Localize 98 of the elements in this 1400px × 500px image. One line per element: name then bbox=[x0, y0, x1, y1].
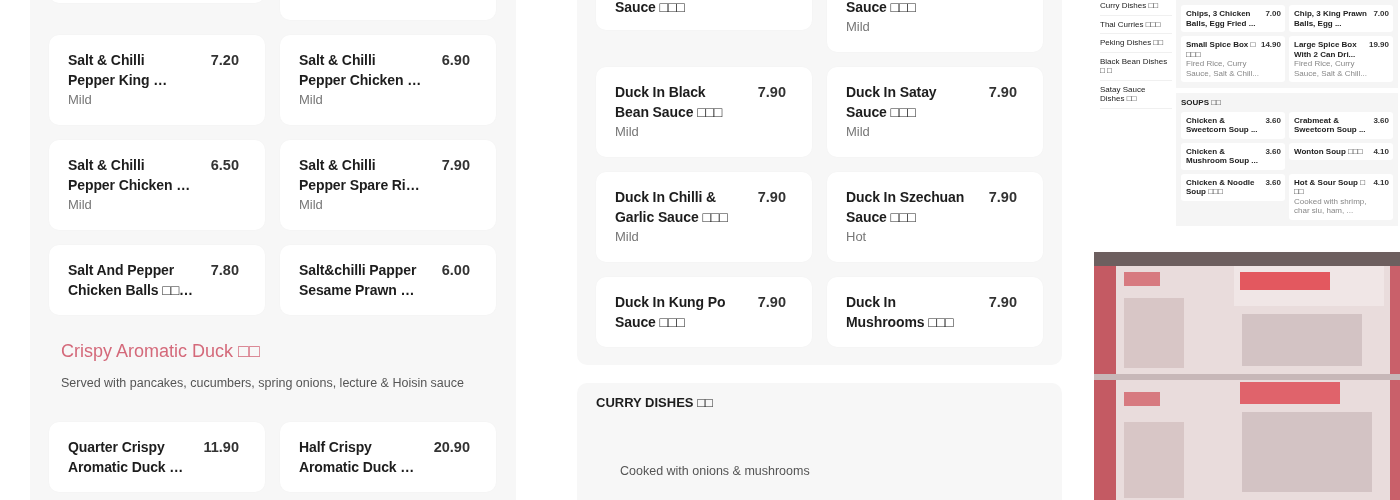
price: 7.90 bbox=[988, 188, 1018, 207]
sidebar-item[interactable]: Satay Sauce Dishes □□ bbox=[1100, 80, 1172, 109]
menu-item-card[interactable]: Chips, 3 Chicken Balls, Egg Fried ... 7.00 bbox=[1181, 5, 1285, 32]
price: 6.90 bbox=[441, 51, 471, 70]
dish-name: Salt & Chilli Pepper Chicken … bbox=[68, 156, 192, 195]
menu-item-card[interactable]: Salt&chilli Papper Sesame Prawn … 6.00 bbox=[280, 245, 496, 315]
dish-description: Cooked with shrimp, char siu, ham, ... bbox=[1294, 196, 1368, 216]
dish-name: Duck In Kung Po Sauce □□□ bbox=[615, 293, 727, 332]
price: 7.90 bbox=[988, 293, 1018, 312]
price: 7.90 bbox=[757, 188, 787, 207]
sidebar-item[interactable]: Black Bean Dishes □ □ bbox=[1100, 52, 1172, 81]
dish-name: Duck In Szechuan Sauce □□□ bbox=[846, 188, 966, 227]
spice-level: Mild bbox=[68, 91, 93, 109]
dish-description: Fired Rice, Curry Sauce, Salt & Chill... bbox=[1186, 59, 1260, 78]
price: 19.90 bbox=[1368, 40, 1389, 51]
menu-item-card[interactable]: Salt And Pepper Chicken Balls □□… 7.80 bbox=[49, 245, 265, 315]
menu-item-card[interactable]: Chicken & Mushroom Soup ... 3.60 bbox=[1181, 142, 1285, 170]
dish-name: Large Spice Box With 2 Can Dri... bbox=[1294, 40, 1358, 59]
menu-item-card[interactable]: Quarter Crispy Aromatic Duck … 11.90 bbox=[49, 422, 265, 492]
dish-name: Chip, 3 King Prawn Balls, Egg ... bbox=[1294, 9, 1368, 28]
menu-item-card[interactable]: Duck In Mushrooms □□□ 7.90 bbox=[827, 277, 1043, 347]
dish-name: Chicken & Sweetcorn Soup ... bbox=[1186, 115, 1259, 135]
price: 20.90 bbox=[433, 438, 471, 457]
menu-item-card[interactable]: Duck In Szechuan Sauce □□□ 7.90 Hot bbox=[827, 172, 1043, 262]
price: 3.60 bbox=[1265, 146, 1281, 158]
dish-name: Chicken & Mushroom Soup ... bbox=[1186, 146, 1259, 166]
menu-item-card[interactable]: Chicken & Noodle Soup □□□ 3.60 bbox=[1181, 173, 1285, 201]
dish-name: Duck In Chilli & Garlic Sauce □□□ bbox=[615, 188, 729, 227]
price: 11.90 bbox=[203, 438, 240, 457]
price: 6.50 bbox=[210, 156, 240, 175]
price: 14.90 bbox=[1260, 40, 1281, 51]
spice-level: Mild bbox=[68, 196, 93, 214]
menu-item-card[interactable]: Half Crispy Aromatic Duck … 20.90 bbox=[280, 422, 496, 492]
section-description: Served with pancakes, cucumbers, spring onions, lecture & Hoisin sauce bbox=[61, 375, 465, 391]
dish-name: Chicken & Noodle Soup □□□ bbox=[1186, 177, 1256, 197]
dish-name: Small Spice Box □ □□□ bbox=[1186, 40, 1257, 59]
price: 6.00 bbox=[441, 261, 471, 280]
menu-item-card[interactable]: Small Spice Box □ □□□ 14.90 Fired Rice, Curry Sauce, Salt & Chill... bbox=[1181, 36, 1285, 82]
section-title: Crispy Aromatic Duck □□ bbox=[61, 340, 261, 362]
price: 7.80 bbox=[210, 261, 240, 280]
dish-name: Salt And Pepper Chicken Balls □□… bbox=[68, 261, 194, 300]
menu-item-card[interactable]: Duck In Kung Po Sauce □□□ 7.90 bbox=[596, 277, 812, 347]
menu-item-card[interactable]: Salt & Chilli Pepper Spare Ri… 7.90 Mild bbox=[280, 140, 496, 230]
menu-item-card[interactable]: Salt & Chilli Pepper Chicken … 6.50 Mild bbox=[49, 140, 265, 230]
spice-level: Mild bbox=[846, 18, 871, 36]
menu-item-card[interactable]: Hot & Sour Soup □ □□ 4.10 Cooked with shrimp, char siu, ham, ... bbox=[1289, 173, 1393, 220]
spice-level: Mild bbox=[299, 91, 324, 109]
dish-name: Sauce □□□ bbox=[615, 0, 686, 17]
price: 3.60 bbox=[1265, 115, 1281, 127]
price: 7.20 bbox=[210, 51, 240, 70]
dish-name: Duck In Mushrooms □□□ bbox=[846, 293, 955, 332]
dish-name: Duck In Black Bean Sauce □□□ bbox=[615, 83, 724, 122]
section-description: Cooked with onions & mushrooms bbox=[620, 463, 811, 479]
dish-name: Salt & Chilli Pepper Spare Ri… bbox=[299, 156, 421, 195]
dish-name: Salt & Chilli Pepper King … bbox=[68, 51, 169, 90]
dish-name: Sauce □□□ bbox=[846, 0, 917, 17]
spice-level: Hot bbox=[846, 228, 868, 246]
price: 7.90 bbox=[441, 156, 471, 175]
price: 3.60 bbox=[1373, 115, 1389, 127]
spice-level: Mild bbox=[615, 228, 640, 246]
dish-name: Hot & Sour Soup □ □□ bbox=[1294, 177, 1367, 197]
section-title: CURRY DISHES □□ bbox=[596, 395, 714, 411]
spice-level: Mild bbox=[299, 196, 324, 214]
menu-item-card[interactable]: Salt & Chilli Pepper Chicken … 6.90 Mild bbox=[280, 35, 496, 125]
spice-level: Mild bbox=[846, 123, 871, 141]
sidebar-item[interactable]: Thai Curries □□□ bbox=[1100, 15, 1172, 34]
menu-item-card[interactable]: Sauce □□□ Mild bbox=[827, 0, 1043, 52]
dish-name: Chips, 3 Chicken Balls, Egg Fried ... bbox=[1186, 9, 1257, 28]
menu-item-card[interactable]: Chip, 3 King Prawn Balls, Egg ... 7.00 bbox=[1289, 5, 1393, 32]
menu-item-card[interactable]: Large Spice Box With 2 Can Dri... 19.90 Fired Rice, Curry Sauce, Salt & Chill... bbox=[1289, 36, 1393, 82]
dish-name: Duck In Satay Sauce □□□ bbox=[846, 83, 938, 122]
dish-name: Wonton Soup □□□ bbox=[1294, 146, 1364, 156]
price: 7.00 bbox=[1265, 9, 1281, 20]
dish-name: Half Crispy Aromatic Duck … bbox=[299, 438, 416, 477]
menu-item-card[interactable]: Duck In Satay Sauce □□□ 7.90 Mild bbox=[827, 67, 1043, 157]
spice-level: Mild bbox=[615, 123, 640, 141]
price: 7.00 bbox=[1373, 9, 1389, 20]
sidebar-item[interactable]: Peking Dishes □□ bbox=[1100, 34, 1172, 53]
dish-name: Quarter Crispy Aromatic Duck … bbox=[68, 438, 185, 477]
dish-description: Fired Rice, Curry Sauce, Salt & Chill... bbox=[1294, 59, 1368, 78]
dish-name: Crabmeat & Sweetcorn Soup ... bbox=[1294, 115, 1367, 135]
price: 3.60 bbox=[1265, 177, 1281, 189]
menu-item-card[interactable]: Wonton Soup □□□ 4.10 bbox=[1289, 142, 1393, 160]
price: 7.90 bbox=[988, 83, 1018, 102]
section-title: SOUPS □□ bbox=[1181, 98, 1222, 108]
menu-item-card[interactable]: Salt & Chilli Pepper King … 7.20 Mild bbox=[49, 35, 265, 125]
sidebar-item[interactable]: Curry Dishes □□ bbox=[1100, 0, 1172, 16]
dish-name: Salt & Chilli Pepper Chicken … bbox=[299, 51, 423, 90]
menu-item-card[interactable]: Sauce □□□ bbox=[596, 0, 812, 30]
price: 7.90 bbox=[757, 83, 787, 102]
price: 7.90 bbox=[757, 293, 787, 312]
dish-name: Salt&chilli Papper Sesame Prawn … bbox=[299, 261, 418, 300]
menu-item-card[interactable]: Duck In Black Bean Sauce □□□ 7.90 Mild bbox=[596, 67, 812, 157]
menu-item-card[interactable]: Duck In Chilli & Garlic Sauce □□□ 7.90 Mild bbox=[596, 172, 812, 262]
price: 4.10 bbox=[1373, 177, 1389, 189]
menu-item-card[interactable]: Chicken & Sweetcorn Soup ... 3.60 bbox=[1181, 111, 1285, 139]
price: 4.10 bbox=[1373, 146, 1389, 156]
menu-item-card[interactable]: Crabmeat & Sweetcorn Soup ... 3.60 bbox=[1289, 111, 1393, 139]
